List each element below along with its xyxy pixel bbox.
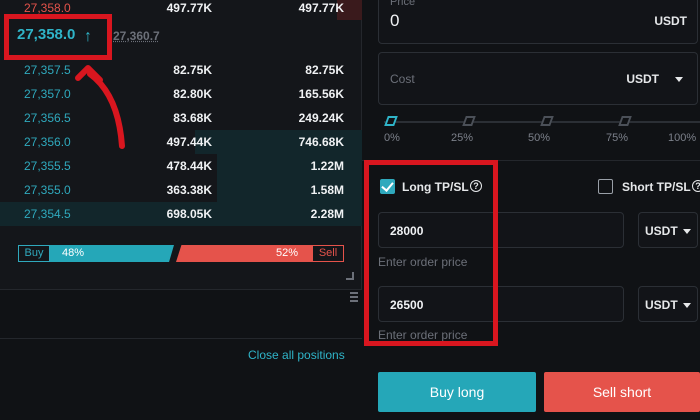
slider-label: 0% xyxy=(384,132,400,144)
short-tpsl-checkbox[interactable] xyxy=(598,179,613,194)
bid-total: 746.68K xyxy=(298,135,344,149)
close-all-positions-link[interactable]: Close all positions xyxy=(248,348,345,362)
buy-ratio-label: Buy xyxy=(18,245,50,262)
price-field[interactable]: Price 0 USDT xyxy=(378,0,698,44)
bid-total: 1.58M xyxy=(310,183,344,197)
price-unit: USDT xyxy=(654,14,687,28)
take-profit-unit: USDT xyxy=(645,224,678,238)
chevron-down-icon xyxy=(683,229,691,234)
sell-ratio: 52% Sell xyxy=(176,245,344,262)
buy-ratio-percent: 48% xyxy=(50,245,174,262)
divider xyxy=(0,338,362,339)
cost-unit-select[interactable]: USDT xyxy=(626,72,659,86)
slider-mark[interactable] xyxy=(540,116,554,126)
bid-total: 82.75K xyxy=(305,63,344,77)
cost-placeholder: Cost xyxy=(390,72,415,86)
cost-field[interactable]: Cost USDT xyxy=(378,52,698,105)
take-profit-unit-select[interactable]: USDT xyxy=(638,212,698,248)
annotation-arrow-icon xyxy=(75,65,125,149)
sell-ratio-label: Sell xyxy=(312,245,344,262)
ask-amount: 497.77K xyxy=(166,1,212,15)
help-icon[interactable]: ? xyxy=(692,180,700,192)
slider-label: 75% xyxy=(606,132,629,144)
buy-sell-ratio-bar: Buy 48% 52% Sell xyxy=(18,245,344,262)
slider-label: 50% xyxy=(528,132,551,144)
slider-label: 25% xyxy=(451,132,474,144)
bid-price: 27,354.5 xyxy=(24,207,71,221)
short-tpsl-label[interactable]: Short TP/SL xyxy=(622,180,691,194)
chevron-down-icon xyxy=(683,303,691,308)
order-book-bid-row[interactable]: 27,355.0 363.38K 1.58M xyxy=(0,178,362,202)
bid-price: 27,355.0 xyxy=(24,183,71,197)
annotation-box-last-price xyxy=(4,14,112,60)
buy-ratio: Buy 48% xyxy=(18,245,174,262)
mark-price[interactable]: 27,360.7 xyxy=(113,29,160,43)
stop-loss-unit-select[interactable]: USDT xyxy=(638,286,698,322)
order-book-bid-row[interactable]: 27,354.5 698.05K 2.28M xyxy=(0,202,362,226)
slider-mark[interactable] xyxy=(618,116,632,126)
bid-price: 27,355.5 xyxy=(24,159,71,173)
buy-long-button[interactable]: Buy long xyxy=(378,372,536,412)
price-value: 0 xyxy=(390,11,400,30)
sell-ratio-percent: 52% xyxy=(176,245,312,262)
bid-amount: 478.44K xyxy=(166,159,212,173)
bid-amount: 698.05K xyxy=(166,207,212,221)
slider-handle[interactable] xyxy=(384,116,398,126)
drag-handle-icon[interactable] xyxy=(350,292,358,304)
annotation-box-long-tpsl xyxy=(364,160,498,346)
bid-total: 2.28M xyxy=(310,207,344,221)
slider-label: 100% xyxy=(668,132,697,144)
stop-loss-unit: USDT xyxy=(645,298,678,312)
bid-total: 1.22M xyxy=(310,159,344,173)
bid-amount: 363.38K xyxy=(166,183,212,197)
ask-total: 497.77K xyxy=(298,1,344,15)
sell-short-button[interactable]: Sell short xyxy=(544,372,700,412)
bid-total: 249.24K xyxy=(298,111,344,125)
slider-mark[interactable] xyxy=(462,116,476,126)
bid-total: 165.56K xyxy=(298,87,344,101)
ask-price: 27,358.0 xyxy=(24,1,71,15)
price-label: Price xyxy=(390,0,416,8)
resize-handle-icon[interactable] xyxy=(346,272,354,280)
chevron-down-icon[interactable] xyxy=(675,77,683,82)
